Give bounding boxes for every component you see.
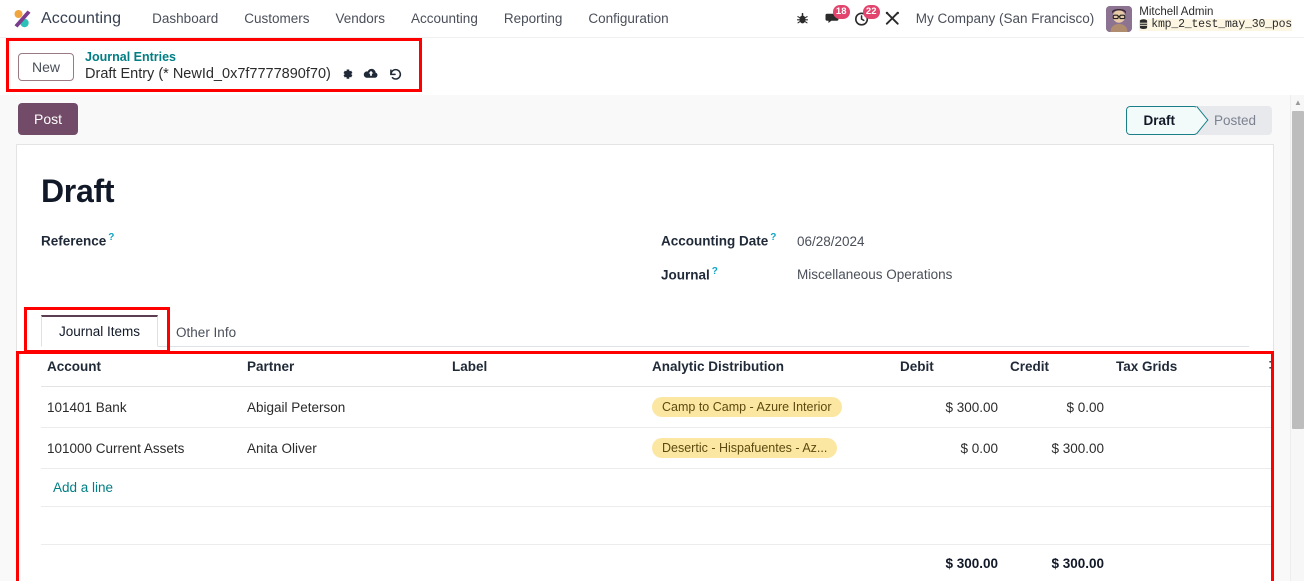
cell-tax-grids[interactable]: [1110, 427, 1235, 469]
cell-analytic-distribution[interactable]: Camp to Camp - Azure Interior: [646, 386, 894, 428]
database-icon: [1140, 19, 1148, 30]
statusbar: Draft Posted: [1126, 106, 1272, 135]
cell-label[interactable]: [446, 427, 646, 469]
cell-partner[interactable]: Anita Oliver: [241, 427, 446, 469]
help-icon: ?: [108, 232, 115, 243]
scrollbar-thumb[interactable]: [1292, 111, 1304, 429]
app-brand[interactable]: Accounting: [10, 7, 121, 31]
page-title: Draft: [41, 173, 115, 209]
table-filler-row: [41, 506, 1273, 545]
main-menu: Dashboard Customers Vendors Accounting R…: [139, 5, 682, 32]
tab-journal-items[interactable]: Journal Items: [41, 315, 159, 347]
odoo-accounting-window: Accounting Dashboard Customers Vendors A…: [0, 0, 1304, 581]
field-reference-row: Reference?: [41, 232, 661, 249]
cell-account[interactable]: 101401 Bank: [41, 386, 241, 428]
tab-other-info[interactable]: Other Info: [158, 317, 254, 347]
total-credit: $ 300.00: [1004, 544, 1110, 581]
top-navbar: Accounting Dashboard Customers Vendors A…: [0, 0, 1304, 38]
form-fields: Reference? Accounting Date? 06/28/2024 J…: [41, 232, 1249, 299]
field-journal-label: Journal?: [661, 265, 718, 283]
breadcrumb-parent-link[interactable]: Journal Entries: [85, 50, 403, 66]
user-info: Mitchell Admin kmp_2_test_may_30_pos: [1139, 6, 1292, 32]
menu-item-reporting[interactable]: Reporting: [491, 5, 576, 32]
field-accounting-date-row: Accounting Date? 06/28/2024: [661, 232, 1249, 249]
table-totals-row: $ 300.00 $ 300.00: [41, 544, 1273, 581]
field-journal-row: Journal? Miscellaneous Operations: [661, 266, 1249, 283]
app-name-label: Accounting: [41, 9, 122, 27]
table-row[interactable]: 101401 Bank Abigail Peterson Camp to Cam…: [41, 386, 1273, 428]
form-column-right: Accounting Date? 06/28/2024 Journal? Mis…: [661, 232, 1249, 299]
trash-icon[interactable]: [1271, 442, 1273, 457]
cell-account[interactable]: 101000 Current Assets: [41, 427, 241, 469]
cell-delete: [1235, 386, 1273, 428]
developer-tools-icon[interactable]: [878, 4, 908, 34]
cell-debit[interactable]: $ 0.00: [894, 427, 1004, 469]
total-debit: $ 300.00: [894, 544, 1004, 581]
messages-icon[interactable]: 18: [818, 4, 850, 34]
control-panel: New Journal Entries Draft Entry (* NewId…: [0, 38, 1304, 95]
form-sheet: Draft Reference? Accounting Date? 06/28/…: [16, 144, 1274, 581]
status-stage-posted[interactable]: Posted: [1198, 106, 1272, 135]
breadcrumb-current-record: Draft Entry (* NewId_0x7f7777890f70): [85, 66, 331, 83]
column-header-account[interactable]: Account: [41, 347, 241, 387]
menu-item-configuration[interactable]: Configuration: [575, 5, 681, 32]
cell-debit[interactable]: $ 300.00: [894, 386, 1004, 428]
cell-analytic-distribution[interactable]: Desertic - Hispafuentes - Az...: [646, 427, 894, 469]
bug-icon[interactable]: [788, 4, 818, 34]
company-switcher[interactable]: My Company (San Francisco): [908, 11, 1107, 26]
user-name-label: Mitchell Admin: [1139, 5, 1214, 18]
activities-clock-icon[interactable]: 22: [848, 4, 880, 34]
add-a-line-button[interactable]: Add a line: [47, 469, 119, 506]
analytic-tag[interactable]: Desertic - Hispafuentes - Az...: [652, 438, 838, 458]
field-reference-label: Reference?: [41, 232, 115, 249]
cell-tax-grids[interactable]: [1110, 386, 1235, 428]
journal-items-table: Account Partner Label Analytic Distribut…: [41, 347, 1273, 581]
column-header-debit[interactable]: Debit: [894, 347, 1004, 387]
cell-credit[interactable]: $ 0.00: [1004, 386, 1110, 428]
field-accounting-date-label: Accounting Date?: [661, 232, 777, 249]
column-header-credit[interactable]: Credit: [1004, 347, 1110, 387]
odoo-logo-icon: [10, 7, 34, 31]
menu-item-vendors[interactable]: Vendors: [322, 5, 398, 32]
column-header-tax-grids[interactable]: Tax Grids: [1110, 347, 1235, 387]
column-header-analytic-distribution[interactable]: Analytic Distribution: [646, 347, 894, 387]
help-icon: ?: [770, 232, 777, 243]
navbar-systray: 18 22 My Company (San Francisco) Mitchel…: [788, 4, 1296, 34]
breadcrumb: Journal Entries Draft Entry (* NewId_0x7…: [85, 50, 403, 84]
help-icon: ?: [711, 265, 718, 277]
table-row[interactable]: 101000 Current Assets Anita Oliver Deser…: [41, 427, 1273, 469]
table-header-row: Account Partner Label Analytic Distribut…: [41, 347, 1273, 387]
column-header-partner[interactable]: Partner: [241, 347, 446, 387]
cell-credit[interactable]: $ 300.00: [1004, 427, 1110, 469]
form-column-left: Reference?: [41, 232, 661, 299]
field-journal-value[interactable]: Miscellaneous Operations: [797, 267, 952, 282]
menu-item-accounting[interactable]: Accounting: [398, 5, 491, 32]
analytic-tag[interactable]: Camp to Camp - Azure Interior: [652, 397, 842, 417]
post-button[interactable]: Post: [18, 103, 79, 135]
cell-delete: [1235, 427, 1273, 469]
cell-partner[interactable]: Abigail Peterson: [241, 386, 446, 428]
cloud-upload-icon[interactable]: [363, 67, 379, 81]
new-record-button[interactable]: New: [18, 52, 75, 81]
discard-undo-icon[interactable]: [388, 67, 403, 82]
column-options-icon[interactable]: [1269, 358, 1273, 375]
cell-label[interactable]: [446, 386, 646, 428]
field-accounting-date-value[interactable]: 06/28/2024: [797, 234, 865, 249]
user-avatar: [1106, 5, 1133, 32]
column-header-label[interactable]: Label: [446, 347, 646, 387]
column-options-cell: [1235, 347, 1273, 387]
database-name: kmp_2_test_may_30_pos: [1151, 17, 1292, 31]
menu-item-dashboard[interactable]: Dashboard: [139, 5, 231, 32]
user-menu[interactable]: Mitchell Admin kmp_2_test_may_30_pos: [1106, 5, 1296, 32]
gear-icon[interactable]: [340, 67, 354, 81]
status-stage-draft[interactable]: Draft: [1126, 106, 1198, 135]
database-label: kmp_2_test_may_30_pos: [1139, 17, 1292, 32]
trash-icon[interactable]: [1271, 401, 1273, 416]
add-line-row[interactable]: Add a line: [41, 468, 1273, 507]
scroll-up-arrow-icon[interactable]: ▲: [1291, 95, 1304, 109]
menu-item-customers[interactable]: Customers: [231, 5, 322, 32]
breadcrumb-current-row: Draft Entry (* NewId_0x7f7777890f70): [85, 65, 403, 83]
vertical-scrollbar[interactable]: ▲: [1290, 95, 1304, 581]
notebook-tabs: Journal Items Other Info: [41, 313, 1249, 347]
